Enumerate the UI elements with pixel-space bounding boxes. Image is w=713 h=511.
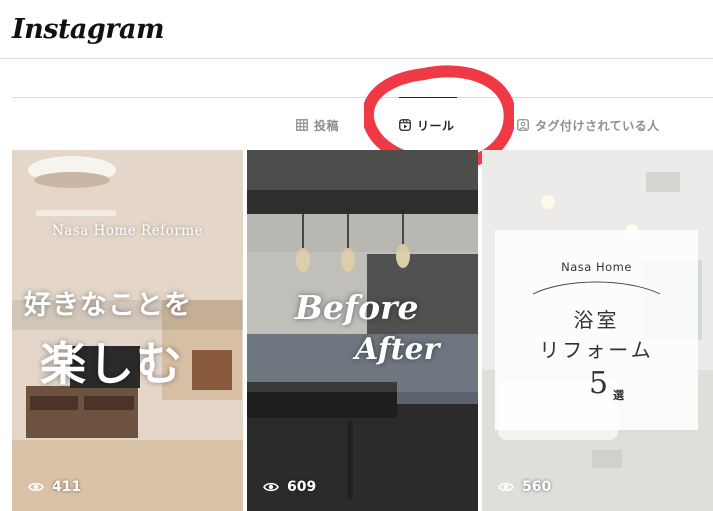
tab-reels[interactable]: リール xyxy=(399,116,455,134)
eye-icon xyxy=(263,482,279,492)
tab-tagged-label: タグ付けされている人 xyxy=(535,118,660,133)
reel-3-views: 560 xyxy=(498,479,551,495)
tabs-divider xyxy=(12,97,713,98)
reel-card-2[interactable]: Before After 609 xyxy=(247,150,478,511)
decorative-arc xyxy=(532,281,661,295)
reel-1-views: 411 xyxy=(28,479,81,495)
reel-3-title-panel: Nasa Home 浴室 リフォーム 5 選 xyxy=(495,230,698,430)
reel-2-view-count: 609 xyxy=(287,479,317,495)
eye-icon xyxy=(498,482,514,492)
reel-2-caption-after: After xyxy=(355,332,440,367)
reel-1-caption-line2: 楽しむ xyxy=(40,337,184,391)
tagged-icon xyxy=(517,119,529,131)
tab-reels-label: リール xyxy=(417,118,455,133)
reel-3-count-suffix: 選 xyxy=(613,389,624,402)
reel-3-caption-line1: 浴室 xyxy=(573,308,620,332)
reel-2-caption-before: Before xyxy=(295,288,419,327)
reel-2-views: 609 xyxy=(263,479,316,495)
reel-1-caption-line1: 好きなことを xyxy=(24,290,192,321)
reel-3-count: 5 xyxy=(589,366,609,401)
active-tab-indicator xyxy=(399,97,457,98)
eye-icon xyxy=(28,482,44,492)
reels-grid: Nasa Home Reforme 好きなことを 楽しむ 411 Before … xyxy=(12,150,713,511)
tab-tagged[interactable]: タグ付けされている人 xyxy=(517,116,660,134)
reels-icon xyxy=(399,119,411,131)
tab-posts[interactable]: 投稿 xyxy=(296,116,339,134)
reel-1-view-count: 411 xyxy=(52,479,82,495)
reel-card-3[interactable]: Nasa Home 浴室 リフォーム 5 選 560 xyxy=(482,150,713,511)
instagram-logo[interactable]: Instagram xyxy=(12,14,165,45)
header-divider xyxy=(0,58,713,59)
tab-posts-label: 投稿 xyxy=(314,118,340,133)
reel-3-caption-line2: リフォーム xyxy=(539,338,654,362)
reel-3-view-count: 560 xyxy=(522,479,552,495)
reel-card-1[interactable]: Nasa Home Reforme 好きなことを 楽しむ 411 xyxy=(12,150,243,511)
reel-1-brand: Nasa Home Reforme xyxy=(51,223,204,239)
grid-icon xyxy=(296,119,308,131)
